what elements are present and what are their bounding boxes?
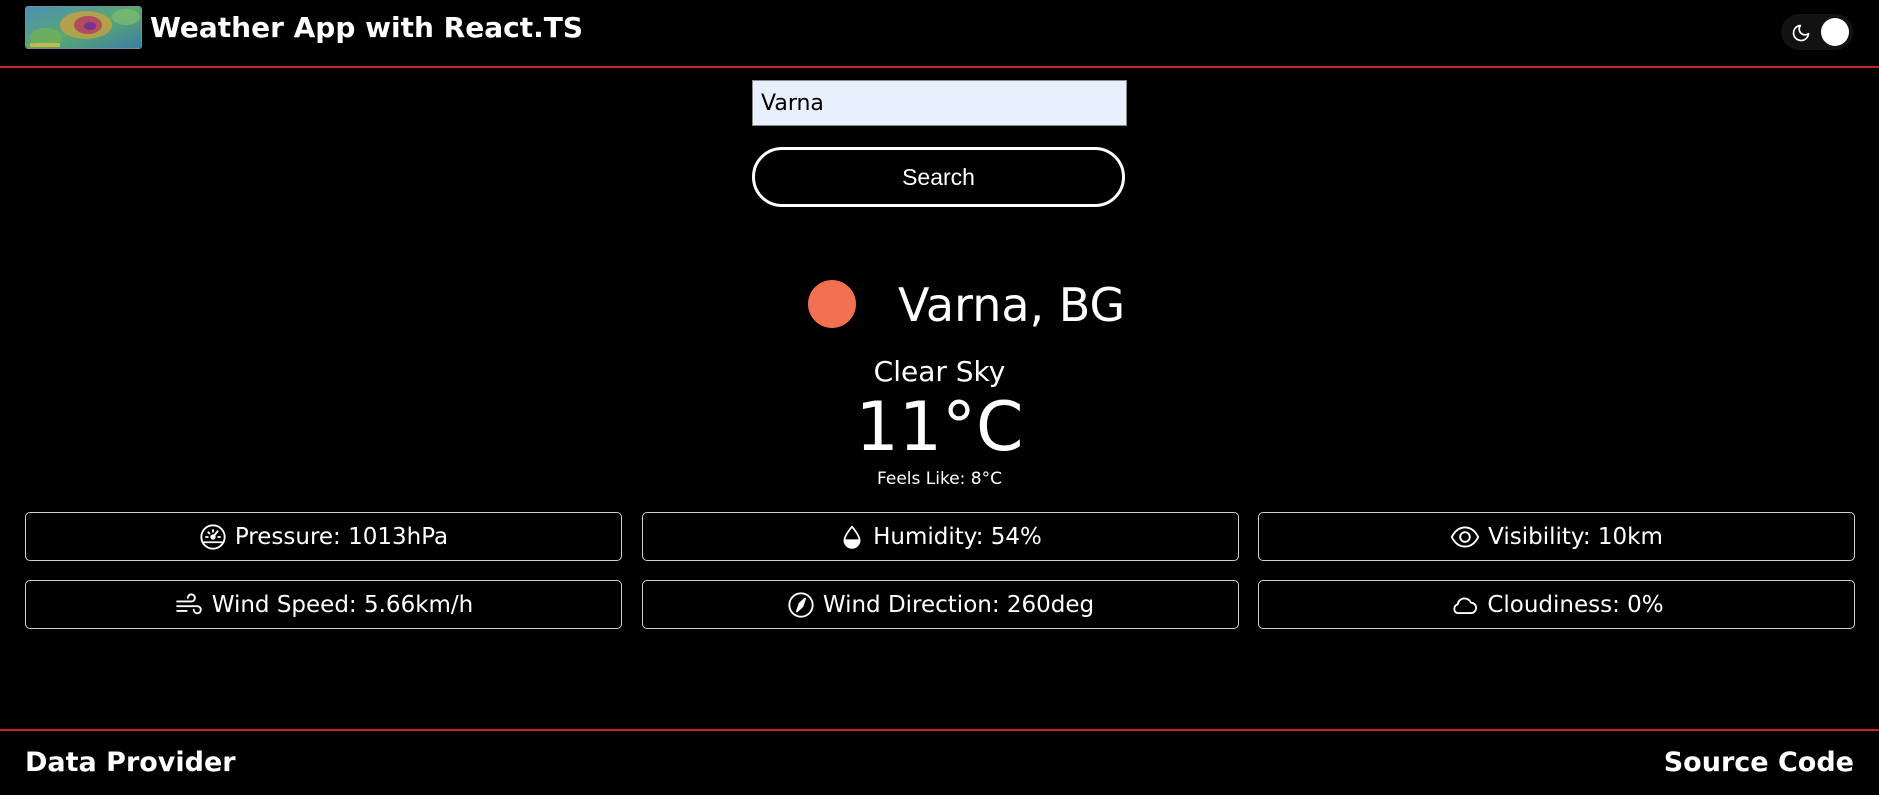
theme-toggle[interactable] <box>1781 14 1853 50</box>
app-title: Weather App with React.TS <box>150 11 584 44</box>
header: Weather App with React.TS <box>0 0 1879 68</box>
feels-like: Feels Like: 8°C <box>877 469 1002 489</box>
temperature: 11°C <box>855 388 1024 467</box>
visibility-card: Visibility: 10km <box>1258 512 1855 561</box>
eye-icon <box>1450 525 1480 549</box>
toggle-knob <box>1821 18 1849 46</box>
wind-direction-card: Wind Direction: 260deg <box>642 580 1239 629</box>
compass-icon <box>787 591 815 619</box>
search-button[interactable]: Search <box>752 147 1125 207</box>
wind-icon <box>174 592 204 618</box>
wind-speed-card: Wind Speed: 5.66km/h <box>25 580 622 629</box>
humidity-label: Humidity: 54% <box>873 523 1042 550</box>
cloud-icon <box>1449 593 1479 617</box>
weather-map-logo <box>25 6 142 49</box>
sun-icon <box>808 280 856 328</box>
wind-speed-label: Wind Speed: 5.66km/h <box>211 591 474 618</box>
pressure-label: Pressure: 1013hPa <box>234 523 449 550</box>
pressure-card: Pressure: 1013hPa <box>25 512 622 561</box>
humidity-card: Humidity: 54% <box>642 512 1239 561</box>
footer: Data Provider Source Code <box>0 729 1879 795</box>
visibility-label: Visibility: 10km <box>1488 523 1663 550</box>
cloudiness-card: Cloudiness: 0% <box>1258 580 1855 629</box>
gauge-icon <box>199 523 227 551</box>
location-name: Varna, BG <box>898 278 1126 332</box>
wind-direction-label: Wind Direction: 260deg <box>822 591 1095 618</box>
source-code-link[interactable]: Source Code <box>1664 745 1854 781</box>
cloudiness-label: Cloudiness: 0% <box>1487 591 1664 618</box>
data-provider-link[interactable]: Data Provider <box>25 745 236 781</box>
droplet-icon <box>839 523 865 551</box>
moon-icon <box>1791 23 1811 47</box>
search-input[interactable] <box>752 80 1127 126</box>
